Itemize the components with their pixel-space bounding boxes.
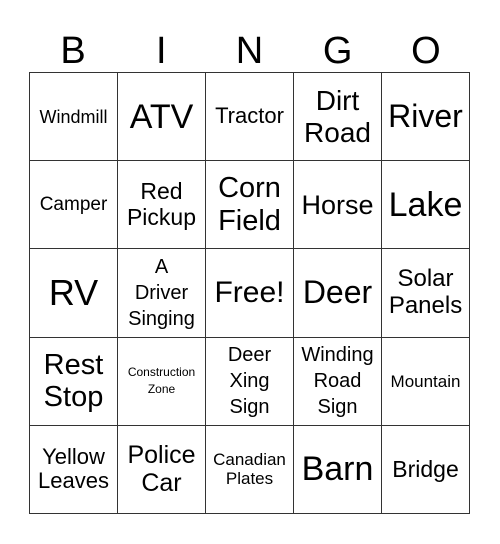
cell-label: Construction Zone bbox=[127, 365, 196, 397]
header-letter-o: O bbox=[411, 30, 441, 72]
bingo-cell[interactable]: River bbox=[382, 73, 470, 162]
bingo-cell[interactable]: Deer Xing Sign bbox=[206, 337, 294, 426]
header-letter-i: I bbox=[156, 30, 167, 72]
cell-label: Red Pickup bbox=[126, 178, 197, 230]
bingo-cell[interactable]: ATV bbox=[118, 73, 206, 162]
cell-label: Barn bbox=[301, 450, 374, 489]
bingo-cell[interactable]: Deer bbox=[294, 249, 382, 338]
cell-label: Mountain bbox=[390, 371, 461, 391]
bingo-cell[interactable]: Construction Zone bbox=[118, 337, 206, 426]
bingo-cell[interactable]: Camper bbox=[30, 161, 118, 250]
bingo-cell[interactable]: Police Car bbox=[118, 425, 206, 514]
bingo-cell[interactable]: Barn bbox=[294, 425, 382, 514]
cell-label: Deer Xing Sign bbox=[227, 344, 272, 419]
cell-label: Tractor bbox=[215, 103, 284, 129]
bingo-cell[interactable]: Windmill bbox=[30, 73, 118, 162]
cell-label: Deer bbox=[302, 274, 373, 311]
cell-label: Solar Panels bbox=[388, 265, 463, 319]
bingo-cell[interactable]: A Driver Singing bbox=[118, 249, 206, 338]
bingo-cell[interactable]: Horse bbox=[294, 161, 382, 250]
bingo-cell[interactable]: RV bbox=[30, 249, 118, 338]
bingo-cell[interactable]: Corn Field bbox=[206, 161, 294, 250]
bingo-cell[interactable]: Mountain bbox=[382, 337, 470, 426]
cell-label: Windmill bbox=[39, 106, 108, 127]
cell-label: RV bbox=[48, 271, 99, 313]
cell-label: ATV bbox=[129, 97, 194, 136]
bingo-cell[interactable]: Winding Road Sign bbox=[294, 337, 382, 426]
cell-label: Lake bbox=[388, 185, 463, 224]
cell-label: Horse bbox=[301, 189, 374, 220]
bingo-cell[interactable]: Red Pickup bbox=[118, 161, 206, 250]
bingo-cell[interactable]: Canadian Plates bbox=[206, 425, 294, 514]
free-space-label: Free! bbox=[214, 276, 285, 310]
bingo-cell[interactable]: Bridge bbox=[382, 425, 470, 514]
cell-label: Police Car bbox=[127, 441, 196, 498]
bingo-cell[interactable]: Yellow Leaves bbox=[30, 425, 118, 514]
bingo-cell[interactable]: Lake bbox=[382, 161, 470, 250]
cell-label: River bbox=[388, 97, 463, 134]
cell-label: Corn Field bbox=[218, 172, 281, 237]
bingo-header: B I N G O bbox=[29, 30, 470, 72]
cell-label: Dirt Road bbox=[304, 85, 371, 148]
bingo-cell[interactable]: Tractor bbox=[206, 73, 294, 162]
header-letter-g: G bbox=[322, 30, 353, 72]
bingo-cell[interactable]: Rest Stop bbox=[30, 337, 118, 426]
cell-label: Winding Road Sign bbox=[301, 344, 374, 419]
bingo-cell[interactable]: Solar Panels bbox=[382, 249, 470, 338]
cell-label: Rest Stop bbox=[43, 348, 104, 414]
cell-label: Camper bbox=[39, 194, 108, 216]
header-letter-n: N bbox=[235, 30, 264, 72]
cell-label: A Driver Singing bbox=[128, 255, 195, 330]
cell-label: Canadian Plates bbox=[213, 450, 286, 489]
cell-label: Bridge bbox=[392, 455, 459, 482]
cell-label: Yellow Leaves bbox=[38, 443, 109, 494]
header-letter-b: B bbox=[60, 30, 86, 72]
bingo-cell[interactable]: Dirt Road bbox=[294, 73, 382, 162]
bingo-grid: Windmill ATV Tractor Dirt Road River Cam… bbox=[29, 72, 470, 514]
free-space[interactable]: Free! bbox=[206, 249, 294, 338]
